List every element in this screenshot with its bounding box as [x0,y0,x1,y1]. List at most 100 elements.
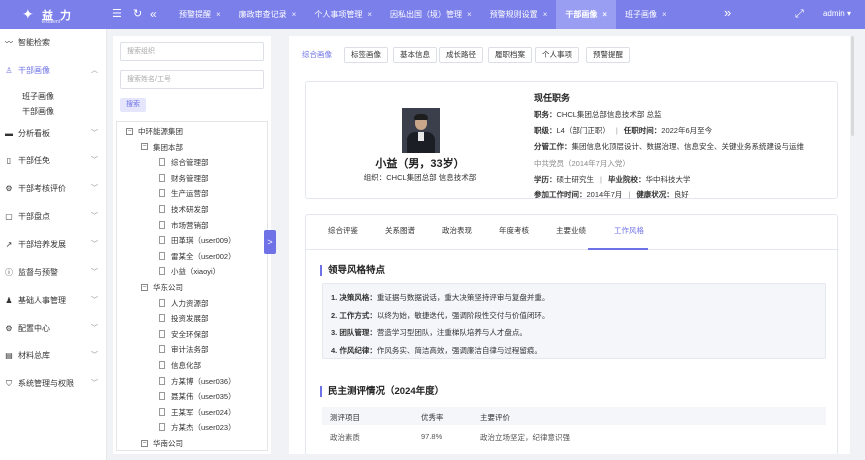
document-icon [159,158,165,167]
tab-0[interactable]: 预警提醒 × [170,0,230,29]
profile-card: 小益（男，33岁） 组织：CHCL集团总部 信息技术部 现任职务 职务：CHCL… [305,81,838,199]
sub-tab-1[interactable]: 关系图谱 [385,225,415,236]
tab-3[interactable]: 因私出国（境）管理 × [381,0,481,29]
sidebar-item-6[interactable]: ↗ 干部培养发展 ﹀ [0,235,107,255]
document-icon [159,361,165,370]
close-icon[interactable]: × [367,10,372,19]
tree-node[interactable]: 安全环保部 [159,329,209,341]
tab-2[interactable]: 个人事项管理 × [305,0,381,29]
document-icon [159,236,165,245]
double-chevron-left-icon[interactable]: « [150,7,157,21]
chevron-down-icon: ﹀ [91,325,98,332]
sub-tab-0[interactable]: 综合评鉴 [328,225,358,236]
sub-tab-3[interactable]: 年度考核 [499,225,529,236]
close-icon[interactable]: × [292,10,297,19]
trait-key: 1. 决策风格： [331,293,377,302]
hamburger-icon[interactable]: ☰ [112,7,122,21]
name-search-input[interactable]: 搜索姓名/工号 [120,70,264,89]
tree-node[interactable]: 小益（xiaoyi） [159,266,220,278]
tree-node[interactable]: 投资发展部 [159,313,209,325]
profile-tab-3[interactable]: 成长路径 [439,47,483,63]
org-search-input[interactable]: 搜索组织 [120,42,264,61]
profile-tab-6[interactable]: 预警提醒 [586,47,630,63]
tree-node[interactable]: 人力资源部 [159,298,209,310]
tab-label: 预警规则设置 [489,10,538,19]
sub-tab-2[interactable]: 政治表现 [442,225,472,236]
tree-node[interactable]: − 中环能源集团 [126,126,183,138]
tree-node[interactable]: 方某博（user036） [159,376,236,388]
sidebar-item-9[interactable]: ⚙ 配置中心 ﹀ [0,319,107,339]
tab-4[interactable]: 预警规则设置 × [481,0,557,29]
trait-line: 2. 工作方式：以终为始，敏捷迭代，强调阶段性交付与价值闭环。 [331,310,549,321]
close-icon[interactable]: × [602,10,607,19]
sidebar-item-5[interactable]: ▢ 干部盘点 ﹀ [0,207,107,227]
sidebar-item-label: 分析看板 [18,129,50,138]
tree-node[interactable]: − 华东公司 [141,282,183,294]
double-chevron-right-icon[interactable]: » [724,6,731,20]
library-icon: ▤ [5,351,13,360]
tab-label: 班子画像 [625,10,658,19]
sidebar-item-10[interactable]: ▤ 材料总库 ﹀ [0,346,107,366]
tree-node[interactable]: 信息化部 [159,360,201,372]
tree-node[interactable]: 聂某伟（user035） [159,391,236,403]
tree-node-label: 财务管理部 [171,173,209,183]
tree-node[interactable]: 市场营销部 [159,220,209,232]
sidebar-item-3[interactable]: ▯ 干部任免 ﹀ [0,151,107,171]
config-icon: ⚙ [5,324,13,333]
document-icon [159,423,165,432]
activity-icon: 〰 [5,38,13,47]
tree-node-label: 生产运营部 [171,189,209,199]
table-cell: 政治立场坚定，纪律意识强 [480,433,570,442]
tree-node[interactable]: 财务管理部 [159,173,209,185]
close-icon[interactable]: × [216,10,221,19]
tab-1[interactable]: 廉政审查记录 × [230,0,306,29]
user-menu[interactable]: admin ▾ [823,9,851,18]
search-button[interactable]: 搜索 [120,98,146,112]
close-icon[interactable]: × [467,10,472,19]
sidebar-item-0[interactable]: 〰智能检索 [0,33,107,53]
collapse-toggle-icon[interactable]: − [126,127,133,135]
document-icon [159,189,165,198]
sidebar-subitem-1[interactable]: 干部画像 [22,106,54,117]
sidebar-item-4[interactable]: ⚙ 干部考核评价 ﹀ [0,179,107,199]
tree-node[interactable]: 审计法务部 [159,344,209,356]
sub-tab-5[interactable]: 工作风格 [614,225,644,236]
close-icon[interactable]: × [662,10,667,19]
tree-node[interactable]: 雷某全（user002） [159,251,236,263]
tree-node[interactable]: 技术研发部 [159,204,209,216]
collapse-toggle-icon[interactable]: − [141,439,148,447]
close-icon[interactable]: × [543,10,548,19]
profile-tab-0[interactable]: 综合画像 [295,47,339,63]
sidebar-item-11[interactable]: ⛉ 系统管理与权限 ﹀ [0,374,107,394]
tree-node[interactable]: 田革琪（user009） [159,235,236,247]
sidebar-item-1[interactable]: ♙ 干部画像 ︿ [0,61,107,81]
sub-tab-4[interactable]: 主要业绩 [556,225,586,236]
profile-tab-4[interactable]: 履职档案 [488,47,532,63]
tree-node[interactable]: 生产运营部 [159,188,209,200]
tree-node[interactable]: 综合管理部 [159,157,209,169]
tree-node[interactable]: − 集团本部 [141,142,183,154]
tree-node[interactable]: 方某杰（user023） [159,422,236,434]
profile-tab-1[interactable]: 标签画像 [344,47,388,63]
top-bar: ✦ 益 力 Extalent ☰ ↻ « 预警提醒 × 廉政审查记录 × 个人事项管理 ×… [0,0,865,29]
tree-node[interactable]: 王某军（user024） [159,407,236,419]
collapse-toggle-icon[interactable]: − [141,283,148,291]
sidebar-item-7[interactable]: ⓘ 监督与预警 ﹀ [0,263,107,283]
tab-5[interactable]: 干部画像 × [556,0,617,29]
refresh-icon[interactable]: ↻ [133,7,142,21]
profile-tab-2[interactable]: 基本信息 [393,47,437,63]
tab-label: 个人事项管理 [314,10,363,19]
document-icon [159,220,165,229]
collapse-tree-button[interactable]: > [264,230,276,254]
sidebar-subitem-0[interactable]: 班子画像 [22,91,54,102]
tab-6[interactable]: 班子画像 × [616,0,676,29]
tree-node[interactable]: − 华南公司 [141,438,183,450]
fullscreen-icon[interactable]: ⤢ [795,7,804,21]
sidebar-item-label: 干部盘点 [18,212,50,221]
document-icon [159,392,165,401]
profile-tab-5[interactable]: 个人事项 [535,47,579,63]
sidebar-item-8[interactable]: ♟ 基础人事管理 ﹀ [0,291,107,311]
collapse-toggle-icon[interactable]: − [141,143,148,151]
scrollbar[interactable] [851,36,854,136]
sidebar-item-2[interactable]: ▬ 分析看板 ﹀ [0,124,107,144]
